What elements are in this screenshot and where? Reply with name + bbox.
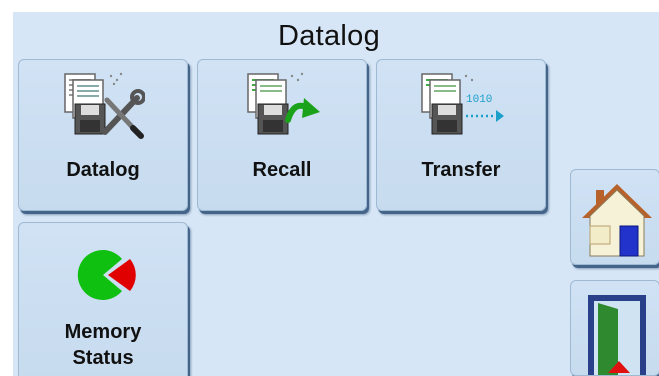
memory-status-button[interactable]: Memory Status [18,222,188,376]
transfer-button[interactable]: 1010 Transfer [376,59,546,211]
exit-button[interactable] [570,280,659,376]
transfer-button-label: Transfer [421,159,501,181]
datalog-screen: Datalog Datalog Recall 1010 Transfer Mem… [13,12,659,376]
recall-icon [247,72,320,135]
memory-status-pie-icon [77,250,136,300]
datalog-button[interactable]: Datalog [18,59,188,211]
exit-door-icon [588,295,646,375]
recall-button-label: Recall [252,159,312,181]
svg-text:1010: 1010 [466,94,492,106]
memory-status-label-line2: Status [72,347,134,369]
home-button[interactable] [570,169,659,265]
datalog-button-label: Datalog [66,159,140,181]
recall-button[interactable]: Recall [197,59,367,211]
datalog-settings-icon [64,72,145,139]
memory-status-label-line1: Memory [64,321,142,343]
home-icon [582,184,652,257]
page-title: Datalog [277,20,381,52]
transfer-icon: 1010 [421,73,504,135]
